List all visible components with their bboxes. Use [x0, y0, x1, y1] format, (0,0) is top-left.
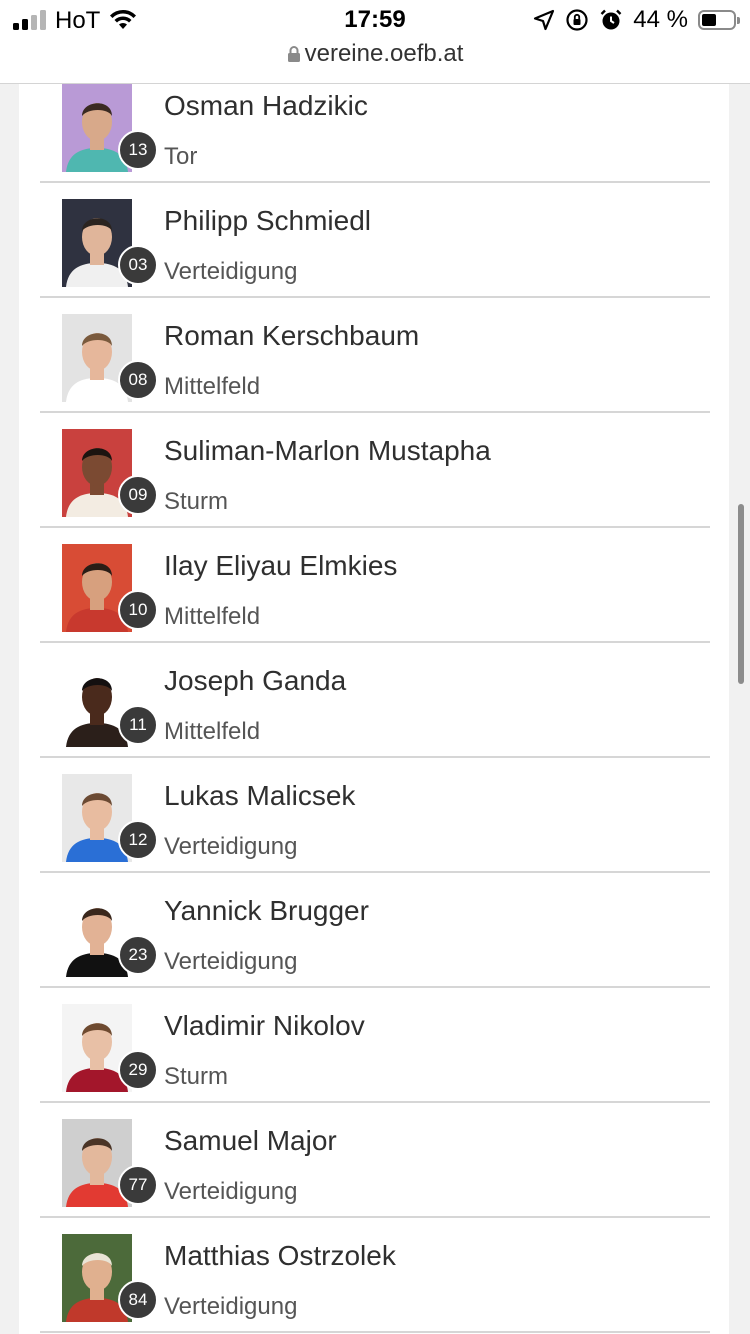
player-row-4[interactable]: 10 Ilay Eliyau Elmkies Mittelfeld [40, 528, 710, 643]
lock-icon [287, 46, 300, 62]
battery-percentage: 44 % [633, 6, 688, 33]
player-row-7[interactable]: 23 Yannick Brugger Verteidigung [40, 873, 710, 988]
jersey-number-badge: 12 [118, 820, 158, 860]
player-position: Mittelfeld [164, 603, 261, 630]
player-row-3[interactable]: 09 Suliman-Marlon Mustapha Sturm [40, 413, 710, 528]
player-name[interactable]: Vladimir Nikolov [164, 1010, 365, 1042]
player-name[interactable]: Osman Hadzikic [164, 90, 368, 122]
jersey-number-badge: 08 [118, 360, 158, 400]
player-name[interactable]: Yannick Brugger [164, 895, 369, 927]
jersey-number-badge: 13 [118, 130, 158, 170]
alarm-icon [600, 9, 622, 30]
url-text: vereine.oefb.at [304, 40, 464, 67]
player-name[interactable]: Samuel Major [164, 1125, 337, 1157]
location-arrow-icon [534, 9, 555, 31]
player-position: Verteidigung [164, 833, 298, 860]
player-name[interactable]: Joseph Ganda [164, 665, 346, 697]
jersey-number-badge: 84 [118, 1280, 158, 1320]
page-content: 13 Osman Hadzikic Tor 03 Philipp Schmied… [19, 84, 729, 1334]
jersey-number-badge: 23 [118, 935, 158, 975]
player-position: Tor [164, 143, 198, 170]
player-row-9[interactable]: 77 Samuel Major Verteidigung [40, 1103, 710, 1218]
player-position: Verteidigung [164, 258, 298, 285]
jersey-number-badge: 03 [118, 245, 158, 285]
player-position: Verteidigung [164, 948, 298, 975]
player-name[interactable]: Suliman-Marlon Mustapha [164, 435, 491, 467]
battery-icon [698, 10, 740, 30]
player-position: Mittelfeld [164, 373, 261, 400]
player-position: Verteidigung [164, 1178, 298, 1205]
jersey-number-badge: 29 [118, 1050, 158, 1090]
player-row-5[interactable]: 11 Joseph Ganda Mittelfeld [40, 643, 710, 758]
orientation-lock-icon [566, 9, 588, 31]
player-row-6[interactable]: 12 Lukas Malicsek Verteidigung [40, 758, 710, 873]
player-position: Mittelfeld [164, 718, 261, 745]
player-row-10[interactable]: 84 Matthias Ostrzolek Verteidigung [40, 1218, 710, 1333]
player-position: Verteidigung [164, 1293, 298, 1320]
status-indicators: 44 % [533, 6, 740, 34]
player-name[interactable]: Matthias Ostrzolek [164, 1240, 396, 1272]
player-list: 13 Osman Hadzikic Tor 03 Philipp Schmied… [40, 84, 710, 1333]
player-position: Sturm [164, 488, 229, 515]
scrollbar[interactable] [738, 504, 744, 684]
jersey-number-badge: 09 [118, 475, 158, 515]
player-name[interactable]: Lukas Malicsek [164, 780, 355, 812]
player-row-2[interactable]: 08 Roman Kerschbaum Mittelfeld [40, 298, 710, 413]
player-name[interactable]: Ilay Eliyau Elmkies [164, 550, 397, 582]
jersey-number-badge: 10 [118, 590, 158, 630]
player-name[interactable]: Philipp Schmiedl [164, 205, 371, 237]
player-row-1[interactable]: 03 Philipp Schmiedl Verteidigung [40, 183, 710, 298]
player-position: Sturm [164, 1063, 229, 1090]
jersey-number-badge: 11 [118, 705, 158, 745]
player-row-0[interactable]: 13 Osman Hadzikic Tor [40, 84, 710, 183]
address-bar[interactable]: vereine.oefb.at [0, 40, 750, 68]
player-row-8[interactable]: 29 Vladimir Nikolov Sturm [40, 988, 710, 1103]
status-bar: HoT 17:59 44 % vereine.oefb.at [0, 0, 750, 84]
jersey-number-badge: 77 [118, 1165, 158, 1205]
player-name[interactable]: Roman Kerschbaum [164, 320, 419, 352]
